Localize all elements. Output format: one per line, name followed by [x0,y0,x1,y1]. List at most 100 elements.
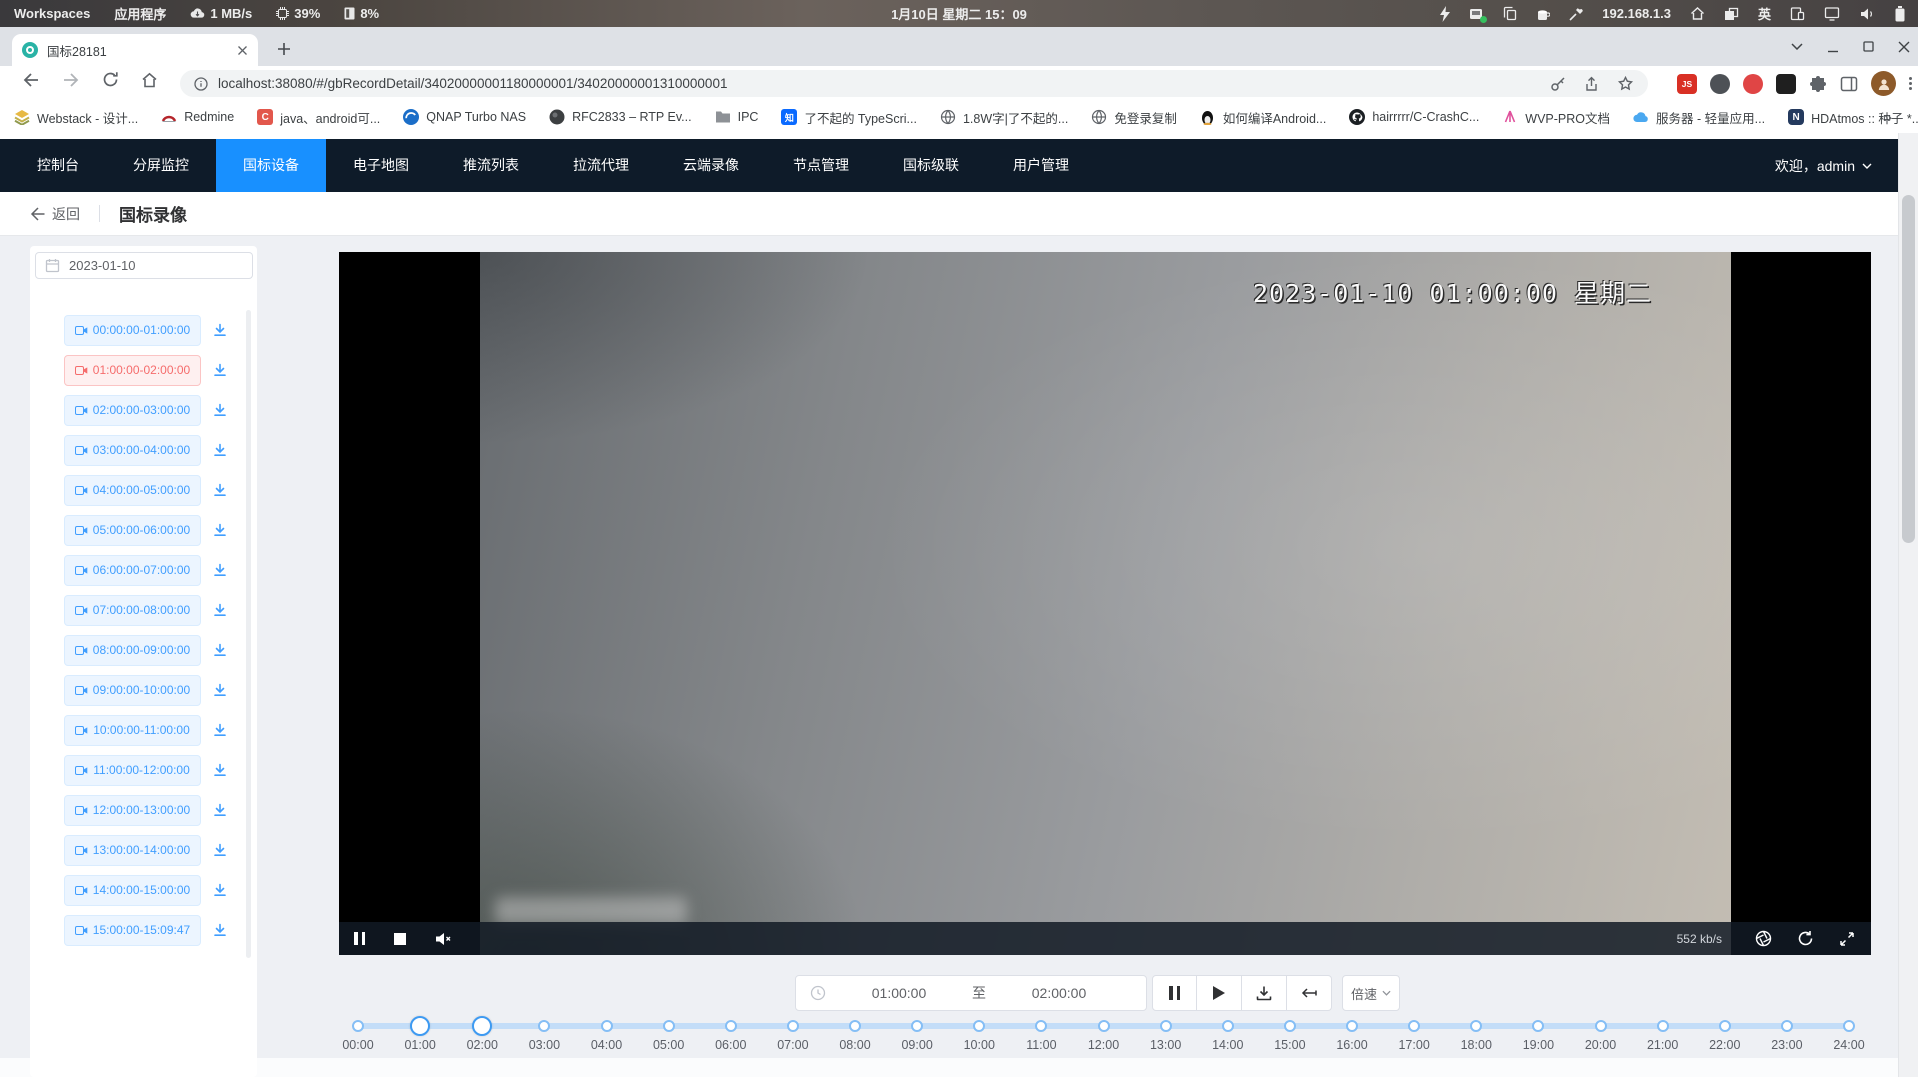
keepass-extension-icon[interactable] [1710,74,1730,94]
bookmark-item[interactable]: RFC2833 – RTP Ev... [549,109,692,125]
window-maximize-button[interactable] [1863,41,1874,52]
site-info-icon[interactable] [194,77,208,91]
bookmark-item[interactable]: Redmine [161,109,234,125]
color-picker-icon[interactable] [1569,7,1583,21]
download-recording-button[interactable] [212,682,228,698]
clipboard-icon[interactable] [1503,6,1517,21]
bolt-icon[interactable] [1440,6,1450,22]
download-recording-button[interactable] [212,602,228,618]
browser-home-icon[interactable] [141,72,158,88]
nav-item-6[interactable]: 拉流代理 [546,139,656,192]
download-recording-button[interactable] [212,482,228,498]
download-recording-button[interactable] [212,922,228,938]
time-range-picker[interactable]: 01:00:00 至 02:00:00 [795,975,1147,1011]
recording-segment-button[interactable]: 12:00:00-13:00:00 [64,795,201,826]
js-extension-icon[interactable]: JS [1677,74,1697,94]
playback-speed-button[interactable]: 倍速 [1342,975,1400,1011]
back-icon[interactable] [22,72,40,88]
bookmark-item[interactable]: Cjava、android可... [257,108,380,127]
user-menu[interactable]: 欢迎，admin [1775,156,1872,176]
recording-segment-button[interactable]: 03:00:00-04:00:00 [64,435,201,466]
dark-extension-icon[interactable] [1776,74,1796,94]
bookmarks-overflow-icon[interactable]: » [1884,109,1892,126]
volume-muted-icon[interactable] [435,932,452,946]
recording-segment-button[interactable]: 11:00:00-12:00:00 [64,755,201,786]
window-minimize-button[interactable] [1827,41,1839,53]
recording-segment-button[interactable]: 07:00:00-08:00:00 [64,595,201,626]
browser-menu-icon[interactable] [1909,75,1912,92]
bookmark-item[interactable]: 如何编译Android... [1200,108,1327,127]
recording-segment-button[interactable]: 13:00:00-14:00:00 [64,835,201,866]
back-button[interactable]: 返回 [30,204,80,224]
battery-icon[interactable] [1894,6,1906,22]
play-button[interactable] [1197,975,1242,1011]
reload-icon[interactable] [102,71,119,88]
beverage-icon[interactable] [1536,7,1550,21]
snapshot-shutter-icon[interactable] [1755,930,1772,947]
nav-item-1[interactable]: 控制台 [10,139,106,192]
bookmark-item[interactable]: 免登录复制 [1091,108,1177,127]
download-recording-button[interactable] [212,802,228,818]
download-button[interactable] [1242,975,1287,1011]
nav-item-2[interactable]: 分屏监控 [106,139,216,192]
recording-segment-button[interactable]: 01:00:00-02:00:00 [64,355,201,386]
download-recording-button[interactable] [212,722,228,738]
bookmark-item[interactable]: NHDAtmos :: 种子 *... [1788,108,1918,127]
extensions-puzzle-icon[interactable] [1809,75,1827,93]
share-icon[interactable] [1584,76,1599,92]
new-tab-button[interactable] [270,35,298,63]
bookmark-item[interactable]: IPC [715,109,759,125]
address-bar[interactable]: localhost:38080/#/gbRecordDetail/3402000… [180,70,1648,97]
download-recording-button[interactable] [212,562,228,578]
download-recording-button[interactable] [212,882,228,898]
player-stop-button[interactable] [394,933,406,945]
profile-avatar[interactable] [1871,71,1896,96]
video-surface[interactable] [480,252,1731,955]
applications-menu-button[interactable]: 应用程序 [114,4,166,23]
recording-segment-button[interactable]: 15:00:00-15:09:47 [64,915,201,946]
fullscreen-icon[interactable] [1839,931,1855,947]
volume-icon[interactable] [1859,7,1875,21]
recording-segment-button[interactable]: 02:00:00-03:00:00 [64,395,201,426]
display-icon[interactable] [1824,6,1840,21]
nav-item-3[interactable]: 国标设备 [216,139,326,192]
recording-segment-button[interactable]: 09:00:00-10:00:00 [64,675,201,706]
bookmark-item[interactable]: 知了不起的 TypeScri... [781,108,917,127]
recording-segment-button[interactable]: 06:00:00-07:00:00 [64,555,201,586]
range-start-input[interactable]: 01:00:00 [826,985,972,1001]
page-scrollbar[interactable] [1898,133,1918,1077]
home-icon[interactable] [1690,6,1705,21]
url-text[interactable]: localhost:38080/#/gbRecordDetail/3402000… [218,76,1540,91]
nav-item-10[interactable]: 用户管理 [986,139,1096,192]
recording-segment-button[interactable]: 05:00:00-06:00:00 [64,515,201,546]
recording-segment-button[interactable]: 00:00:00-01:00:00 [64,315,201,346]
video-player[interactable]: 2023-01-10 01:00:00 星期二 552 kb/s [339,252,1871,955]
side-panel-icon[interactable] [1840,76,1858,92]
nav-item-4[interactable]: 电子地图 [326,139,436,192]
bookmark-item[interactable]: 服务器 - 轻量应用... [1633,108,1765,127]
nav-item-5[interactable]: 推流列表 [436,139,546,192]
workspace-switcher-icon[interactable] [1724,7,1739,21]
recording-segment-button[interactable]: 04:00:00-05:00:00 [64,475,201,506]
tab-close-icon[interactable] [237,45,248,56]
timeline-handle[interactable] [410,1016,430,1036]
input-method-indicator[interactable]: 英 [1758,4,1771,23]
browser-tab[interactable]: 国标28181 [12,34,258,66]
recording-segment-button[interactable]: 08:00:00-09:00:00 [64,635,201,666]
download-recording-button[interactable] [212,322,228,338]
recording-segment-button[interactable]: 14:00:00-15:00:00 [64,875,201,906]
refresh-icon[interactable] [1797,930,1814,947]
download-recording-button[interactable] [212,762,228,778]
rewind-button[interactable] [1287,975,1332,1011]
download-recording-button[interactable] [212,402,228,418]
tab-search-icon[interactable] [1791,43,1803,50]
screenshot-tool-icon[interactable] [1469,7,1484,21]
download-recording-button[interactable] [212,842,228,858]
bookmark-item[interactable]: WVP-PRO文档 [1502,108,1610,127]
nav-item-8[interactable]: 节点管理 [766,139,876,192]
phone-link-icon[interactable] [1790,6,1805,21]
nav-item-7[interactable]: 云端录像 [656,139,766,192]
bookmark-item[interactable]: hairrrrr/C-CrashC... [1349,109,1479,125]
forward-icon[interactable] [62,72,80,88]
download-recording-button[interactable] [212,362,228,378]
